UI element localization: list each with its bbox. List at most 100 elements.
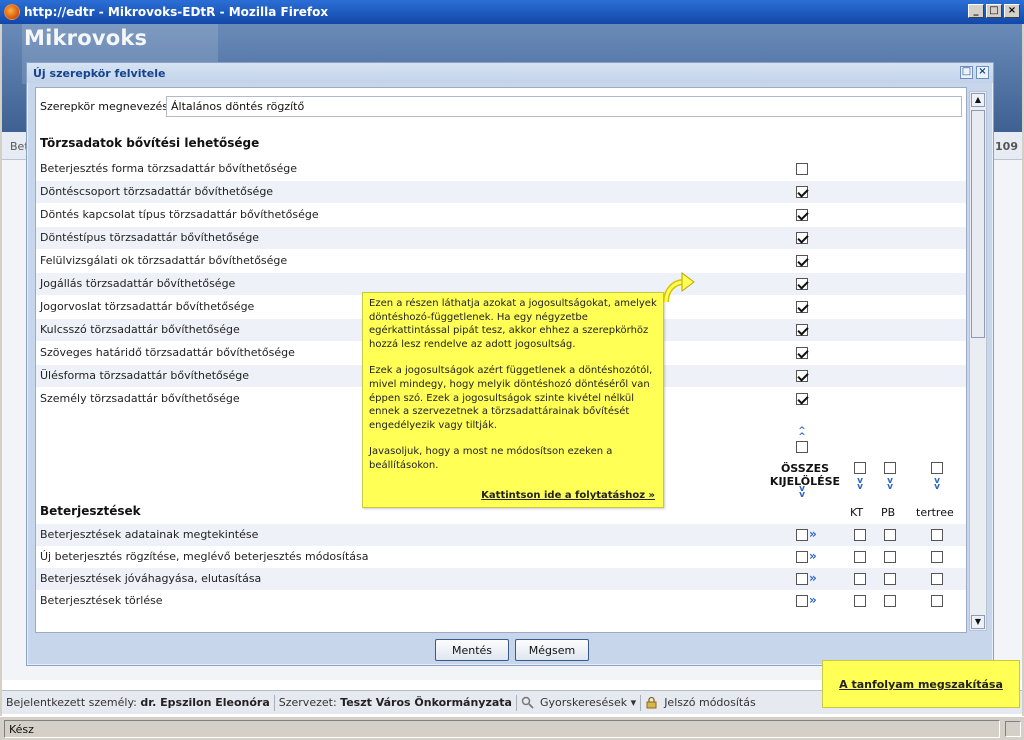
submission-label: Beterjesztések jóváhagyása, elutasítása [40, 572, 262, 585]
kt-checkbox[interactable] [854, 529, 866, 541]
column-pb: PB [881, 506, 896, 519]
expand-right-icon[interactable]: » [809, 572, 817, 584]
permission-label: Szöveges határidő törzsadattár bővíthető… [40, 346, 295, 359]
window-titlebar: http://edtr - Mikrovoks-EDtR - Mozilla F… [0, 0, 1024, 24]
pb-all-checkbox[interactable] [884, 462, 896, 474]
role-name-label: Szerepkör megnevezése: [40, 100, 179, 113]
pb-checkbox[interactable] [884, 551, 896, 563]
select-all-down-icon[interactable]: vv [796, 485, 808, 500]
submission-row: Beterjesztések jóváhagyása, elutasítása » [36, 568, 966, 590]
permission-checkbox[interactable] [796, 209, 808, 221]
kt-checkbox[interactable] [854, 551, 866, 563]
permission-label: Jogorvoslat törzsadattár bővíthetősége [40, 300, 255, 313]
dialog-close-button[interactable]: × [976, 66, 989, 79]
permission-checkbox[interactable] [796, 393, 808, 405]
password-label: Jelszó módosítás [664, 695, 756, 709]
section-title-submissions: Beterjesztések [40, 504, 141, 518]
tutorial-tooltip: Ezen a részen láthatja azokat a jogosult… [362, 292, 664, 508]
kt-checkbox[interactable] [854, 595, 866, 607]
permission-label: Személy törzsadattár bővíthetősége [40, 392, 240, 405]
row-all-checkbox[interactable] [796, 551, 808, 563]
role-name-input[interactable] [166, 96, 962, 117]
user-name: dr. Epszilon Eleonóra [140, 696, 270, 709]
permission-checkbox[interactable] [796, 255, 808, 267]
permission-label: Beterjesztés forma törzsadattár bővíthet… [40, 162, 297, 175]
pb-checkbox[interactable] [884, 529, 896, 541]
select-all-label: ÖSSZES KIJELÖLÉSE [769, 462, 841, 488]
row-all-checkbox[interactable] [796, 573, 808, 585]
scroll-down-icon[interactable]: ▼ [971, 615, 985, 629]
resize-grip[interactable] [1005, 721, 1021, 737]
lock-icon [646, 697, 657, 709]
permission-checkbox[interactable] [796, 370, 808, 382]
dialog-scrollbar[interactable]: ▲ ▼ [969, 91, 987, 631]
kt-all-checkbox[interactable] [854, 462, 866, 474]
select-all-up-icon[interactable]: ^ ^ [796, 427, 808, 442]
scroll-up-icon[interactable]: ▲ [971, 93, 985, 107]
tertree-down-icon[interactable]: vv [931, 477, 943, 492]
permission-row: Beterjesztés forma törzsadattár bővíthet… [36, 158, 966, 180]
permission-label: Felülvizsgálati ok törzsadattár bővíthet… [40, 254, 288, 267]
permission-label: Kulcsszó törzsadattár bővíthetősége [40, 323, 240, 336]
permission-label: Jogállás törzsadattár bővíthetősége [40, 277, 236, 290]
minimize-button[interactable]: _ [968, 4, 984, 18]
expand-right-icon[interactable]: » [809, 550, 817, 562]
permission-checkbox[interactable] [796, 324, 808, 336]
permission-checkbox[interactable] [796, 347, 808, 359]
scroll-thumb[interactable] [971, 110, 985, 338]
quicksearch-button[interactable]: Gyorskeresések ▾ [521, 696, 636, 710]
tertree-checkbox[interactable] [931, 551, 943, 563]
browser-status-text: Kész [4, 720, 1000, 738]
tertree-checkbox[interactable] [931, 573, 943, 585]
submission-row: Új beterjesztés rögzítése, meglévő beter… [36, 546, 966, 568]
abort-course-link[interactable]: A tanfolyam megszakítása [822, 660, 1020, 708]
firefox-icon [4, 4, 20, 20]
row-all-checkbox[interactable] [796, 595, 808, 607]
save-button[interactable]: Mentés [435, 639, 509, 661]
chevron-down-icon: ▾ [630, 695, 637, 709]
permission-label: Döntéstípus törzsadattár bővíthetősége [40, 231, 260, 244]
dialog-title: Új szerepkör felvitele [27, 63, 993, 83]
curved-arrow-icon [663, 272, 695, 303]
tertree-checkbox[interactable] [931, 529, 943, 541]
browser-statusbar: Kész [0, 716, 1024, 740]
select-all-checkbox[interactable] [796, 441, 808, 453]
column-kt: KT [850, 506, 864, 519]
submission-label: Új beterjesztés rögzítése, meglévő beter… [40, 550, 369, 563]
kt-checkbox[interactable] [854, 573, 866, 585]
permission-label: Döntéscsoport törzsadattár bővíthetősége [40, 185, 274, 198]
tooltip-continue-link[interactable]: Kattintson ide a folytatáshoz » [481, 489, 655, 503]
search-icon [521, 697, 534, 709]
pb-checkbox[interactable] [884, 595, 896, 607]
close-button[interactable]: × [1004, 4, 1020, 18]
quicksearch-label: Gyorskeresések [539, 695, 628, 709]
permission-checkbox[interactable] [796, 278, 808, 290]
permission-checkbox[interactable] [796, 163, 808, 175]
section-title-master-data: Törzsadatok bővítési lehetősége [40, 136, 260, 150]
submission-row: Beterjesztések adatainak megtekintése » [36, 524, 966, 546]
permission-label: Ülésforma törzsadattár bővíthetősége [40, 369, 250, 382]
permission-checkbox[interactable] [796, 301, 808, 313]
maximize-button[interactable]: □ [986, 4, 1002, 18]
submission-label: Beterjesztések törlése [40, 594, 163, 607]
pb-down-icon[interactable]: vv [884, 477, 896, 492]
permission-row: Felülvizsgálati ok törzsadattár bővíthet… [36, 250, 966, 272]
expand-right-icon[interactable]: » [809, 528, 817, 540]
tertree-checkbox[interactable] [931, 595, 943, 607]
kt-down-icon[interactable]: vv [854, 477, 866, 492]
password-change-button[interactable]: Jelszó módosítás [645, 696, 756, 710]
pb-checkbox[interactable] [884, 573, 896, 585]
submission-row: Beterjesztések törlése » [36, 590, 966, 612]
row-all-checkbox[interactable] [796, 529, 808, 541]
window-title: http://edtr - Mikrovoks-EDtR - Mozilla F… [24, 5, 329, 19]
dialog-maximize-button[interactable]: □ [960, 66, 973, 79]
permission-row: Döntéscsoport törzsadattár bővíthetősége [36, 181, 966, 203]
subbar-right: 109 [995, 140, 1018, 153]
permission-checkbox[interactable] [796, 186, 808, 198]
permission-checkbox[interactable] [796, 232, 808, 244]
expand-right-icon[interactable]: » [809, 594, 817, 606]
permission-row: Döntés kapcsolat típus törzsadattár bőví… [36, 204, 966, 226]
tertree-all-checkbox[interactable] [931, 462, 943, 474]
cancel-button[interactable]: Mégsem [515, 639, 589, 661]
user-label: Bejelentkezett személy: [6, 696, 137, 709]
